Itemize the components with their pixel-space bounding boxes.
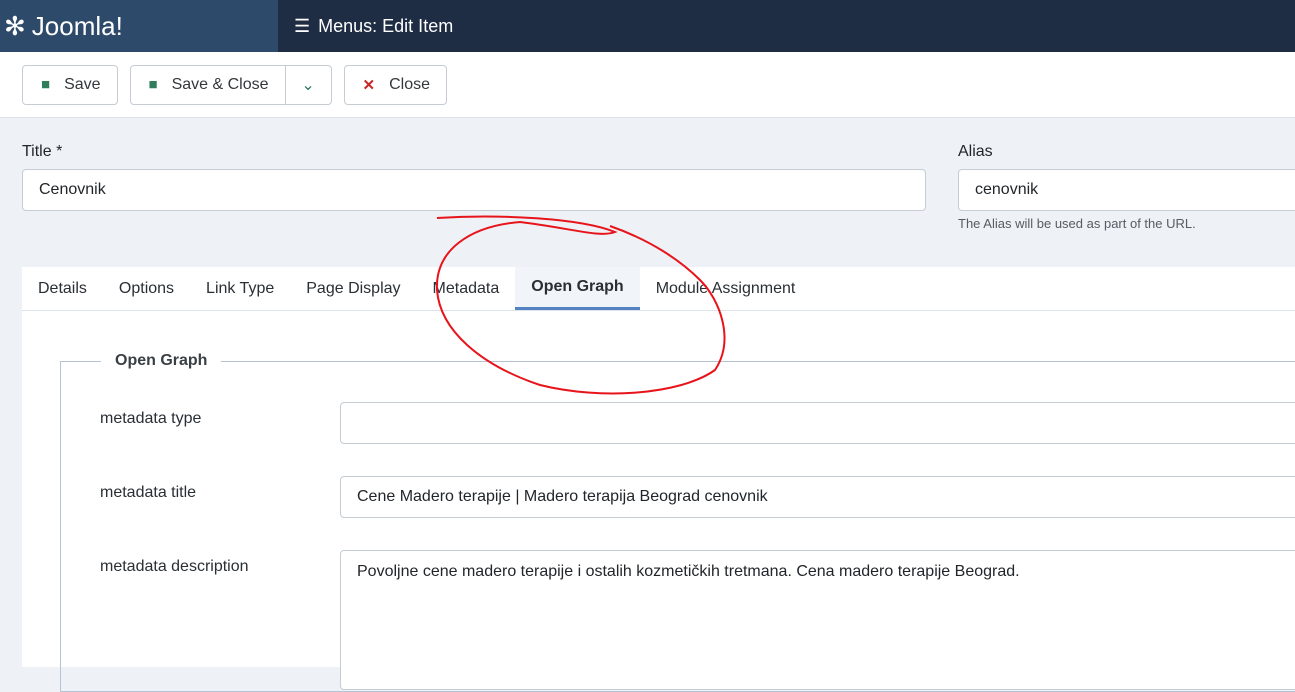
metadata-type-label: metadata type	[100, 410, 202, 427]
close-icon: ✕	[362, 76, 376, 94]
save-label: Save	[64, 75, 101, 93]
title-label: Title *	[22, 143, 63, 160]
list-icon: ☰	[294, 15, 311, 36]
tab-metadata[interactable]: Metadata	[417, 267, 516, 310]
metadata-title-label: metadata title	[100, 484, 197, 501]
top-bar: ✻ Joomla! ☰ Menus: Edit Item	[0, 0, 1295, 52]
tab-bar: Details Options Link Type Page Display M…	[22, 267, 1295, 311]
chevron-down-icon[interactable]: ⌄	[284, 65, 331, 104]
tab-page-display[interactable]: Page Display	[290, 267, 416, 310]
save-button[interactable]: ■ Save	[22, 64, 118, 105]
brand-text: Joomla!	[31, 10, 123, 41]
alias-hint: The Alias will be used as part of the UR…	[958, 216, 1196, 231]
metadata-title-input[interactable]: Cene Madero terapije | Madero terapija B…	[340, 476, 1295, 518]
save-close-label: Save & Close	[171, 75, 269, 93]
alias-label: Alias	[958, 143, 993, 160]
tab-panel: Details Options Link Type Page Display M…	[22, 267, 1295, 692]
save-icon: ■	[148, 76, 158, 93]
joomla-logo-icon: ✻	[4, 10, 26, 41]
toolbar: ■ Save ■ Save & Close ⌄ ✕ Close	[0, 52, 1295, 118]
tab-details[interactable]: Details	[22, 267, 103, 310]
fieldset-legend: Open Graph	[115, 352, 208, 369]
tab-link-type[interactable]: Link Type	[190, 267, 290, 310]
metadata-description-label: metadata description	[100, 558, 249, 575]
save-close-button[interactable]: ■ Save & Close ⌄	[129, 64, 332, 105]
alias-input[interactable]: cenovnik	[958, 169, 1295, 211]
tab-options[interactable]: Options	[103, 267, 190, 310]
tab-open-graph[interactable]: Open Graph	[515, 267, 640, 310]
page-title: Menus: Edit Item	[318, 15, 454, 36]
title-input[interactable]: Cenovnik	[22, 169, 926, 211]
tab-module-assignment[interactable]: Module Assignment	[640, 267, 812, 310]
metadata-type-input[interactable]	[340, 402, 1295, 444]
close-label: Close	[389, 75, 431, 93]
close-button[interactable]: ✕ Close	[343, 64, 448, 105]
metadata-description-textarea[interactable]: Povoljne cene madero terapije i ostalih …	[340, 550, 1295, 690]
joomla-logo[interactable]: ✻ Joomla!	[0, 0, 278, 52]
save-icon: ■	[41, 76, 51, 93]
